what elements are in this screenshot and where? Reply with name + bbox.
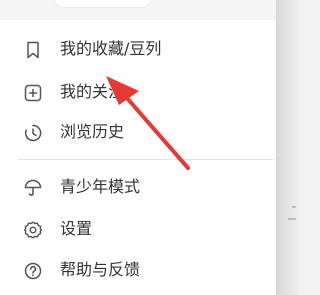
drawer-screen: • • • • • 我的收藏/豆列 我的关注 xyxy=(0,0,300,295)
menu-item-label: 我的关注 xyxy=(60,82,125,101)
menu-item-label: 浏览历史 xyxy=(60,122,125,141)
menu-item-help[interactable]: 帮助与反馈 xyxy=(0,253,276,289)
bookmark-icon xyxy=(22,39,44,61)
menu-item-label: 设置 xyxy=(60,219,93,238)
clock-icon xyxy=(22,122,44,144)
side-drawer: • • • • • 我的收藏/豆列 我的关注 xyxy=(0,0,276,295)
add-square-icon xyxy=(22,82,44,104)
menu-divider xyxy=(18,159,273,160)
menu-item-settings[interactable]: 设置 xyxy=(0,212,276,248)
drawer-header-strip: • • • • • xyxy=(0,0,276,20)
profile-chip[interactable]: • • • • • xyxy=(54,0,152,8)
question-circle-icon xyxy=(22,260,44,282)
menu-item-favorites[interactable]: 我的收藏/豆列 xyxy=(0,32,276,68)
menu-item-following[interactable]: 我的关注 xyxy=(0,75,276,111)
drawer-shadow xyxy=(276,0,300,295)
profile-chip-text: • • • • • xyxy=(64,0,115,2)
umbrella-icon xyxy=(22,177,44,199)
menu-item-label: 我的收藏/豆列 xyxy=(60,39,162,58)
menu-item-label: 青少年模式 xyxy=(60,177,141,196)
menu-item-teen-mode[interactable]: 青少年模式 xyxy=(0,170,276,206)
menu-item-label: 帮助与反馈 xyxy=(60,260,141,279)
gear-icon xyxy=(22,219,44,241)
menu-item-history[interactable]: 浏览历史 xyxy=(0,115,276,151)
